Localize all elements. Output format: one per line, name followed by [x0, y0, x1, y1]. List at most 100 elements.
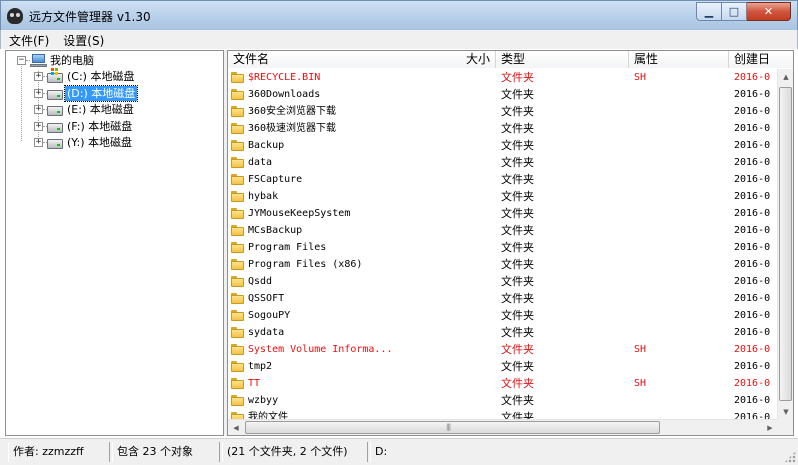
file-row[interactable]: tmp2 文件夹 2016-0 [228, 358, 778, 375]
scroll-down-button[interactable]: ▼ [778, 404, 793, 420]
minimize-button[interactable]: ▁ [696, 2, 722, 21]
file-row[interactable]: $RECYCLE.BIN 文件夹 SH 2016-0 [228, 69, 778, 86]
file-row[interactable]: JYMouseKeepSystem 文件夹 2016-0 [228, 205, 778, 222]
menu-file[interactable]: 文件(F) [1, 30, 55, 49]
maximize-button[interactable]: □ [722, 2, 747, 21]
tree-drive-label[interactable]: (C:) 本地磁盘 [65, 69, 136, 84]
file-row[interactable]: Program Files 文件夹 2016-0 [228, 239, 778, 256]
window-title: 远方文件管理器 v1.30 [29, 10, 151, 24]
scroll-right-button[interactable]: ▶ [762, 420, 778, 435]
file-name-cell: wzbyy [248, 395, 279, 406]
tree-root-label[interactable]: 我的电脑 [48, 53, 96, 68]
file-row[interactable]: Backup 文件夹 2016-0 [228, 137, 778, 154]
file-name-cell: MCsBackup [248, 225, 303, 236]
column-header-size[interactable]: 大小 [428, 51, 496, 68]
file-type-cell: 文件夹 [501, 156, 534, 169]
file-created-cell: 2016-0 [734, 310, 771, 321]
folder-icon [231, 378, 244, 389]
folder-tree[interactable]: − 我的电脑 + (C:) 本地磁盘 + (D:) 本地磁盘 + (E:) 本地磁盘 + (F… [5, 50, 224, 436]
status-author: 作者: zzmzzff [8, 442, 110, 462]
folder-icon [231, 327, 244, 338]
file-created-cell: 2016-0 [734, 208, 771, 219]
root-expander[interactable]: − [17, 56, 26, 65]
file-row[interactable]: Qsdd 文件夹 2016-0 [228, 273, 778, 290]
menu-settings[interactable]: 设置(S) [55, 30, 110, 49]
tree-drive-label[interactable]: (E:) 本地磁盘 [65, 102, 136, 117]
folder-icon [231, 72, 244, 83]
file-row[interactable]: System Volume Informa... 文件夹 SH 2016-0 [228, 341, 778, 358]
vertical-scroll-thumb[interactable] [779, 87, 792, 401]
scroll-corner [777, 419, 793, 435]
status-bar: 作者: zzmzzff 包含 23 个对象 (21 个文件夹, 2 个文件) D… [0, 438, 798, 465]
file-attributes-cell [634, 307, 729, 324]
file-name-cell: QSSOFT [248, 293, 285, 304]
file-type-cell: 文件夹 [501, 275, 534, 288]
drive-expander[interactable]: + [34, 72, 43, 81]
file-row[interactable]: TT 文件夹 SH 2016-0 [228, 375, 778, 392]
file-created-cell: 2016-0 [734, 361, 771, 372]
file-list-body: $RECYCLE.BIN 文件夹 SH 2016-0 360Downloads 文件夹 20… [228, 69, 778, 420]
file-row[interactable]: Program Files (x86) 文件夹 2016-0 [228, 256, 778, 273]
file-attributes-cell [634, 120, 729, 137]
drive-expander[interactable]: + [34, 121, 43, 131]
file-type-cell: 文件夹 [501, 207, 534, 220]
file-row[interactable]: 360极速浏览器下载 文件夹 2016-0 [228, 120, 778, 137]
file-row[interactable]: 360安全浏览器下载 文件夹 2016-0 [228, 103, 778, 120]
file-name-cell: Backup [248, 140, 285, 151]
scroll-left-button[interactable]: ◀ [228, 420, 244, 435]
file-attributes-cell [634, 171, 729, 188]
hard-drive-icon [47, 139, 63, 150]
tree-drive-label[interactable]: (Y:) 本地磁盘 [65, 135, 134, 150]
file-row[interactable]: wzbyy 文件夹 2016-0 [228, 392, 778, 409]
column-header-type[interactable]: 类型 [496, 51, 629, 68]
vertical-scrollbar[interactable]: ▲ ▼ [777, 69, 793, 420]
drive-expander[interactable]: + [34, 138, 43, 148]
scroll-up-button[interactable]: ▲ [778, 69, 793, 85]
file-created-cell: 2016-0 [734, 106, 771, 117]
folder-icon [231, 344, 244, 355]
file-row[interactable]: MCsBackup 文件夹 2016-0 [228, 222, 778, 239]
tree-drive-label[interactable]: (D:) 本地磁盘 [63, 84, 139, 102]
file-name-cell: hybak [248, 191, 279, 202]
resize-grip[interactable] [784, 451, 796, 463]
folder-icon [231, 140, 244, 151]
drive-expander[interactable]: + [34, 88, 43, 98]
horizontal-scroll-thumb[interactable]: ||| [245, 421, 660, 434]
file-attributes-cell: SH [634, 72, 647, 83]
folder-icon [231, 89, 244, 100]
file-type-cell: 文件夹 [501, 292, 534, 305]
file-created-cell: 2016-0 [734, 293, 771, 304]
file-created-cell: 2016-0 [734, 157, 771, 168]
folder-icon [231, 191, 244, 202]
file-list[interactable]: 文件名 大小 类型 属性 创建日 $RECYCLE.BIN 文件夹 SH 2016-0… [227, 50, 794, 436]
file-row[interactable]: hybak 文件夹 2016-0 [228, 188, 778, 205]
hard-drive-icon [47, 106, 63, 117]
file-created-cell: 2016-0 [734, 174, 771, 185]
file-attributes-cell [634, 205, 729, 222]
file-attributes-cell [634, 290, 729, 307]
file-row[interactable]: SogouPY 文件夹 2016-0 [228, 307, 778, 324]
horizontal-scrollbar[interactable]: ◀ ||| ▶ [228, 419, 778, 435]
column-header-created[interactable]: 创建日 [729, 51, 793, 68]
file-attributes-cell: SH [634, 344, 647, 355]
file-name-cell: SogouPY [248, 310, 291, 321]
file-row[interactable]: 360Downloads 文件夹 2016-0 [228, 86, 778, 103]
folder-icon [231, 310, 244, 321]
file-row[interactable]: sydata 文件夹 2016-0 [228, 324, 778, 341]
windows-logo-icon [51, 68, 58, 75]
file-type-cell: 文件夹 [501, 326, 534, 339]
file-created-cell: 2016-0 [734, 191, 771, 202]
file-created-cell: 2016-0 [734, 123, 771, 134]
drive-expander[interactable]: + [34, 105, 43, 115]
file-row[interactable]: data 文件夹 2016-0 [228, 154, 778, 171]
file-row[interactable]: FSCapture 文件夹 2016-0 [228, 171, 778, 188]
hard-drive-icon [47, 122, 63, 133]
close-button[interactable]: ✕ [747, 2, 791, 21]
tree-drive-label[interactable]: (F:) 本地磁盘 [65, 119, 134, 134]
file-type-cell: 文件夹 [501, 343, 534, 356]
column-header-attributes[interactable]: 属性 [629, 51, 729, 68]
file-row[interactable]: QSSOFT 文件夹 2016-0 [228, 290, 778, 307]
skull-app-icon [7, 8, 23, 24]
file-type-cell: 文件夹 [501, 190, 534, 203]
title-bar: 远方文件管理器 v1.30 ▁ □ ✕ [0, 0, 798, 30]
